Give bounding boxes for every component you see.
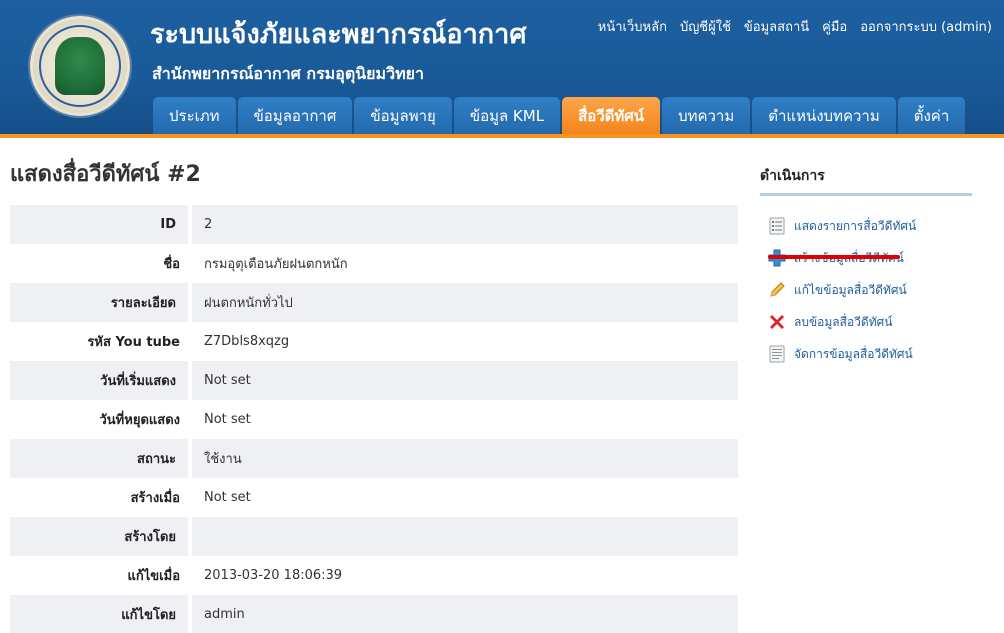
detail-row-end-date: วันที่หยุดแสดง Not set <box>10 400 738 439</box>
detail-value: Z7Dbls8xqzg <box>204 334 290 349</box>
site-subtitle: สำนักพยากรณ์อากาศ กรมอุตุนิยมวิทยา <box>152 64 424 83</box>
manage-icon <box>768 345 786 363</box>
detail-label: สถานะ <box>10 439 192 478</box>
detail-label: วันที่เริ่มแสดง <box>10 361 192 400</box>
detail-label: แก้ไขเมื่อ <box>127 569 181 584</box>
tab-settings[interactable]: ตั้งค่า <box>897 97 966 135</box>
tab-category[interactable]: ประเภท <box>153 97 236 135</box>
top-link-logout[interactable]: ออกจากระบบ (admin) <box>860 16 992 37</box>
top-link-manual[interactable]: คู่มือ <box>822 16 847 37</box>
detail-label: รายละเอียด <box>10 283 192 322</box>
site-header: ระบบแจ้งภัยและพยากรณ์อากาศ สำนักพยากรณ์อ… <box>0 0 1004 137</box>
site-title: ระบบแจ้งภัยและพยากรณ์อากาศ <box>150 19 527 50</box>
operations-list: แสดงรายการสื่อวีดีทัศน์ สร้างข้อมูลสื่อว… <box>760 210 972 370</box>
op-edit-video[interactable]: แก้ไขข้อมูลสื่อวีดีทัศน์ <box>760 274 972 306</box>
detail-label: แก้ไขโดย <box>10 595 192 633</box>
tab-article-positions[interactable]: ตำแหน่งบทความ <box>752 97 896 135</box>
top-links: หน้าเว็บหลัก บัญชีผู้ใช้ ข้อมูลสถานี คู่… <box>598 16 992 37</box>
detail-row-created-by: สร้างโดย <box>10 517 738 556</box>
page-title: แสดงสื่อวีดีทัศน์ #2 <box>10 162 201 187</box>
detail-label: สร้างเมื่อ <box>130 491 180 506</box>
detail-row-created-at: สร้างเมื่อ Not set <box>10 478 738 517</box>
top-link-station[interactable]: ข้อมูลสถานี <box>744 16 809 37</box>
annotation-underline <box>768 255 900 259</box>
detail-value <box>192 517 738 556</box>
op-list-videos[interactable]: แสดงรายการสื่อวีดีทัศน์ <box>760 210 972 242</box>
tab-articles[interactable]: บทความ <box>662 97 751 135</box>
delete-icon <box>768 313 786 331</box>
detail-value-not-set: Not set <box>192 361 738 400</box>
detail-label: วันที่หยุดแสดง <box>99 413 181 428</box>
detail-value-not-set: Not set <box>204 412 251 427</box>
detail-label: ชื่อ <box>163 257 180 272</box>
tab-weather-data[interactable]: ข้อมูลอากาศ <box>237 97 353 135</box>
detail-row-updated-by: แก้ไขโดย admin <box>10 595 738 633</box>
detail-row-updated-at: แก้ไขเมื่อ 2013-03-20 18:06:39 <box>10 556 738 595</box>
logo-emblem <box>55 37 105 95</box>
main-menu: ประเภท ข้อมูลอากาศ ข้อมูลพายุ ข้อมูล KML… <box>153 97 966 135</box>
detail-row-description: รายละเอียด ฝนตกหนักทั่วไป <box>10 283 738 322</box>
op-delete-video[interactable]: ลบข้อมูลสื่อวีดีทัศน์ <box>760 306 972 338</box>
detail-view-table: ID 2 ชื่อ กรมอุตุเตือนภัยฝนตกหนัก รายละเ… <box>10 205 738 633</box>
op-label: ลบข้อมูลสื่อวีดีทัศน์ <box>794 314 893 329</box>
pencil-icon <box>768 281 786 299</box>
top-link-account[interactable]: บัญชีผู้ใช้ <box>680 16 731 37</box>
op-label: แก้ไขข้อมูลสื่อวีดีทัศน์ <box>794 282 907 297</box>
detail-value: ใช้งาน <box>192 439 738 478</box>
detail-value: ฝนตกหนักทั่วไป <box>192 283 738 322</box>
detail-value: 2013-03-20 18:06:39 <box>204 568 343 583</box>
department-logo[interactable] <box>30 16 130 116</box>
detail-value: กรมอุตุเตือนภัยฝนตกหนัก <box>204 257 348 272</box>
op-label: แสดงรายการสื่อวีดีทัศน์ <box>794 218 917 233</box>
operations-sidebar: ดำเนินการ แสดงรายการสื่อวีดีทัศน์ สร้างข… <box>760 165 972 370</box>
detail-row-id: ID 2 <box>10 205 738 244</box>
op-manage-videos[interactable]: จัดการข้อมูลสื่อวีดีทัศน์ <box>760 338 972 370</box>
op-label: จัดการข้อมูลสื่อวีดีทัศน์ <box>794 346 913 361</box>
detail-label: สร้างโดย <box>10 517 192 556</box>
tab-storm-data[interactable]: ข้อมูลพายุ <box>354 97 452 135</box>
detail-row-status: สถานะ ใช้งาน <box>10 439 738 478</box>
detail-label: รหัส You tube <box>87 335 180 350</box>
sidebar-heading: ดำเนินการ <box>760 165 972 196</box>
detail-value: 2 <box>192 205 738 244</box>
detail-value: admin <box>192 595 738 633</box>
header-accent-stripe <box>0 134 1004 138</box>
tab-kml-data[interactable]: ข้อมูล KML <box>453 97 561 135</box>
detail-row-youtube-code: รหัส You tube Z7Dbls8xqzg <box>10 322 738 361</box>
detail-row-start-date: วันที่เริ่มแสดง Not set <box>10 361 738 400</box>
detail-value-not-set: Not set <box>204 490 251 505</box>
list-icon <box>768 217 786 235</box>
detail-row-name: ชื่อ กรมอุตุเตือนภัยฝนตกหนัก <box>10 244 738 283</box>
top-link-home[interactable]: หน้าเว็บหลัก <box>598 16 667 37</box>
detail-label: ID <box>10 205 192 244</box>
tab-video-media[interactable]: สื่อวีดีทัศน์ <box>562 97 661 135</box>
